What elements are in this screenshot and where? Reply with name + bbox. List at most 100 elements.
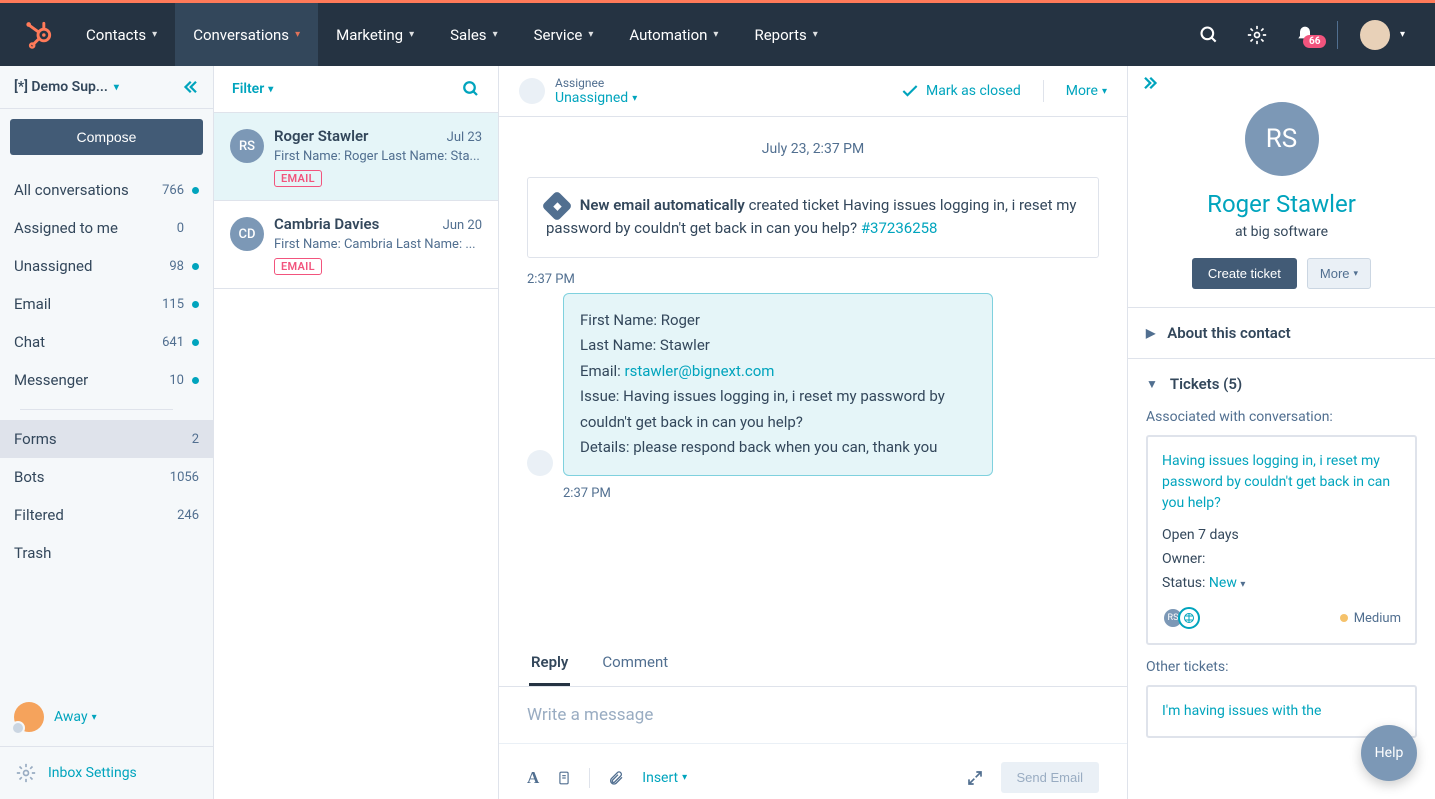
nav-contacts[interactable]: Contacts▾ — [68, 3, 175, 66]
create-ticket-button[interactable]: Create ticket — [1192, 258, 1297, 289]
view-count: 2 — [192, 432, 199, 447]
conversation-thread: Assignee Unassigned▾ Mark as closed More… — [499, 66, 1128, 799]
collapse-sidebar-icon[interactable] — [181, 78, 199, 96]
nav-conversations[interactable]: Conversations▾ — [175, 3, 318, 66]
tab-comment[interactable]: Comment — [600, 641, 670, 686]
sidebar-view-forms[interactable]: Forms2 — [0, 420, 213, 458]
button-label: More — [1320, 266, 1350, 281]
assignee-dropdown[interactable]: Unassigned▾ — [555, 90, 637, 106]
sidebar-view-all[interactable]: All conversations766 — [0, 171, 213, 209]
nav-marketing[interactable]: Marketing▾ — [318, 3, 432, 66]
ticket-status-dropdown[interactable]: New ▾ — [1209, 575, 1245, 591]
accordion-tickets[interactable]: ▼ Tickets (5) — [1128, 359, 1435, 409]
view-label: Chat — [14, 333, 45, 351]
composer-tabs: Reply Comment — [499, 641, 1127, 687]
view-label: Trash — [14, 544, 51, 562]
company-icon — [1178, 607, 1200, 629]
ticket-title-link[interactable]: I'm having issues with the — [1162, 701, 1401, 722]
unread-dot-icon — [192, 187, 199, 194]
collapse-panel-icon[interactable] — [1142, 74, 1421, 92]
nav-sales[interactable]: Sales▾ — [432, 3, 515, 66]
compose-button[interactable]: Compose — [10, 119, 203, 155]
message-composer[interactable]: Write a message — [499, 687, 1127, 725]
snippets-icon[interactable] — [557, 770, 571, 786]
divider — [1337, 21, 1338, 49]
filter-dropdown[interactable]: Filter▾ — [232, 81, 273, 97]
inbox-settings-link[interactable]: Inbox Settings — [0, 746, 213, 799]
contact-name: Roger Stawler — [274, 127, 368, 145]
caret-down-icon: ▾ — [493, 29, 498, 40]
contact-name: Cambria Davies — [274, 215, 379, 233]
search-icon[interactable] — [462, 80, 480, 98]
view-count: 1056 — [170, 470, 199, 485]
conversation-date: Jul 23 — [447, 130, 482, 145]
channel-badge: EMAIL — [274, 170, 322, 187]
email-link[interactable]: rstawler@bignext.com — [625, 362, 775, 380]
section-label: Associated with conversation: — [1146, 409, 1417, 425]
sidebar-view-email[interactable]: Email115 — [0, 285, 213, 323]
ticket-number-link[interactable]: #37236258 — [861, 219, 938, 237]
nav-automation[interactable]: Automation▾ — [611, 3, 736, 66]
ticket-priority: Medium — [1340, 611, 1401, 626]
conversation-list: Filter▾ RS Roger StawlerJul 23 First Nam… — [214, 66, 499, 799]
caret-down-icon: ▾ — [813, 29, 818, 40]
sidebar-view-chat[interactable]: Chat641 — [0, 323, 213, 361]
expand-composer-icon[interactable] — [967, 770, 983, 786]
button-label: Insert — [642, 770, 678, 786]
sidebar-view-messenger[interactable]: Messenger10 — [0, 361, 213, 399]
priority-dot-icon — [1340, 614, 1348, 622]
settings-gear-icon[interactable] — [1233, 25, 1281, 45]
message-timestamp: 2:37 PM — [563, 486, 1099, 501]
help-button[interactable]: Help — [1361, 725, 1417, 781]
sidebar: [*] Demo Sup... ▾ Compose All conversati… — [0, 66, 214, 799]
contact-avatar: CD — [230, 217, 264, 251]
assignee-avatar — [519, 78, 545, 104]
nav-label: Reports — [754, 26, 806, 44]
tab-reply[interactable]: Reply — [529, 641, 570, 686]
insert-dropdown[interactable]: Insert▾ — [642, 770, 687, 786]
sidebar-view-assigned[interactable]: Assigned to me0 — [0, 209, 213, 247]
accordion-title: Tickets (5) — [1170, 375, 1242, 393]
ticket-title-link[interactable]: Having issues logging in, i reset my pas… — [1162, 451, 1401, 514]
user-menu[interactable]: ▾ — [1346, 20, 1419, 50]
caret-down-icon: ▾ — [588, 29, 593, 40]
more-actions-dropdown[interactable]: More▾ — [1066, 83, 1107, 99]
conversation-item[interactable]: CD Cambria DaviesJun 20 First Name: Camb… — [214, 201, 498, 289]
divider — [20, 409, 173, 410]
attachment-icon[interactable] — [608, 770, 624, 786]
sidebar-view-trash[interactable]: Trash — [0, 534, 213, 572]
conversation-item[interactable]: RS Roger StawlerJul 23 First Name: Roger… — [214, 113, 498, 201]
ticket-card[interactable]: Having issues logging in, i reset my pas… — [1146, 435, 1417, 645]
nav-label: Marketing — [336, 26, 403, 44]
nav-service[interactable]: Service ▾ — [516, 3, 612, 66]
mark-closed-button[interactable]: Mark as closed — [900, 81, 1021, 101]
sidebar-view-filtered[interactable]: Filtered246 — [0, 496, 213, 534]
sidebar-view-unassigned[interactable]: Unassigned98 — [0, 247, 213, 285]
inbox-selector[interactable]: [*] Demo Sup... ▾ — [14, 79, 119, 95]
chevron-right-icon: ▶ — [1146, 326, 1155, 340]
availability-status[interactable]: Away ▾ — [0, 688, 213, 746]
accordion-title: About this contact — [1167, 324, 1290, 342]
contact-name-link[interactable]: Roger Stawler — [1148, 190, 1415, 218]
caret-down-icon: ▾ — [632, 93, 637, 104]
unread-dot-icon — [192, 339, 199, 346]
ticket-icon: ◆ — [541, 190, 572, 221]
caret-down-icon: ▾ — [1354, 268, 1359, 279]
assignee-label: Assignee — [555, 76, 637, 90]
caret-down-icon: ▾ — [152, 29, 157, 40]
font-format-icon[interactable]: A — [527, 768, 539, 788]
notifications-bell-icon[interactable]: 66 — [1281, 25, 1329, 45]
sidebar-view-bots[interactable]: Bots1056 — [0, 458, 213, 496]
caret-down-icon: ▾ — [1400, 29, 1405, 40]
hubspot-logo[interactable] — [24, 21, 52, 49]
search-icon[interactable] — [1185, 25, 1233, 45]
accordion-about-contact[interactable]: ▶ About this contact — [1128, 308, 1435, 358]
more-actions-button[interactable]: More ▾ — [1307, 258, 1371, 289]
notice-text: created ticket — [749, 196, 840, 214]
nav-label: Service — [534, 26, 583, 44]
nav-reports[interactable]: Reports ▾ — [736, 3, 835, 66]
send-email-button[interactable]: Send Email — [1001, 762, 1099, 793]
channel-badge: EMAIL — [274, 258, 322, 275]
caret-down-icon: ▾ — [1102, 86, 1107, 97]
gear-icon — [16, 763, 36, 783]
